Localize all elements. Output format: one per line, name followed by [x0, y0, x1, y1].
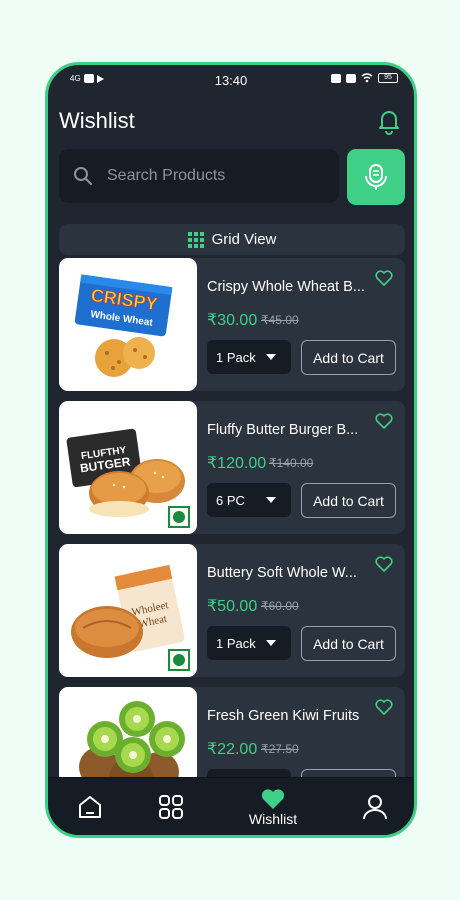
nav-wishlist[interactable]: Wishlist [238, 778, 308, 835]
list-item[interactable]: FLUFTHY BUTGER Fluffy Butter Burger B...… [59, 401, 405, 534]
nav-wishlist-label: Wishlist [248, 810, 298, 827]
vibrate-icon [331, 73, 341, 83]
product-name[interactable]: Crispy Whole Wheat B... [207, 279, 377, 295]
search-placeholder: Search Products [107, 167, 226, 184]
bell-icon[interactable] [376, 107, 402, 135]
nav-home[interactable] [74, 778, 106, 835]
variant-select[interactable]: 1 Pack [207, 340, 291, 374]
product-name[interactable]: Buttery Soft Whole W... [207, 565, 377, 581]
call-icon [346, 73, 356, 83]
chevron-down-icon [266, 497, 276, 503]
heart-icon [261, 788, 285, 809]
wishlist-heart-icon[interactable] [375, 270, 393, 286]
product-mrp: ₹45.00 [261, 313, 299, 327]
wifi-icon [361, 73, 373, 83]
grid-view-toggle[interactable]: Grid View [59, 224, 405, 255]
list-item[interactable]: Fresh Green Kiwi Fruits ₹22.00 ₹27.50 [59, 687, 405, 780]
phone-frame: 4G 13:40 95 Wishlist Search Products Gri… [45, 62, 417, 838]
product-mrp: ₹140.00 [269, 456, 314, 470]
product-price: ₹30.00 [207, 312, 258, 329]
grid-view-label: Grid View [211, 231, 277, 248]
nav-categories[interactable] [155, 778, 187, 835]
chevron-down-icon [266, 354, 276, 360]
home-icon [79, 796, 101, 818]
search-bar[interactable]: Search Products [59, 149, 339, 203]
product-price: ₹120.00 [207, 455, 267, 472]
wishlist-list[interactable]: CRISPY Whole Wheat Crispy Whole Wheat B.… [59, 258, 405, 780]
list-item[interactable]: CRISPY Whole Wheat Crispy Whole Wheat B.… [59, 258, 405, 391]
product-name[interactable]: Fresh Green Kiwi Fruits [207, 708, 377, 724]
product-mrp: ₹27.50 [261, 742, 299, 756]
add-to-cart-button[interactable]: Add to Cart [301, 626, 396, 661]
variant-value: 6 PC [216, 492, 245, 508]
categories-icon [159, 795, 183, 819]
profile-icon [363, 795, 387, 820]
wishlist-heart-icon[interactable] [375, 699, 393, 715]
status-right-icons: 95 [331, 73, 398, 83]
battery-icon: 95 [378, 73, 398, 83]
biscuit-pack-image: CRISPY Whole Wheat [74, 274, 173, 377]
voice-search-button[interactable] [347, 149, 405, 205]
grid-icon [187, 231, 204, 248]
microphone-icon [365, 164, 387, 190]
nav-profile[interactable] [359, 778, 391, 835]
variant-value: 1 Pack [216, 635, 256, 651]
product-price: ₹50.00 [207, 598, 258, 615]
veg-indicator-icon [168, 649, 190, 671]
product-mrp: ₹60.00 [261, 599, 299, 613]
search-icon [74, 167, 93, 186]
bottom-navigation: Wishlist [48, 777, 414, 835]
product-image[interactable]: CRISPY Whole Wheat [59, 258, 197, 391]
product-image[interactable]: Wholeet Wheat [59, 544, 197, 677]
list-item[interactable]: Wholeet Wheat Buttery Soft Whole W... ₹5… [59, 544, 405, 677]
product-image[interactable]: FLUFTHY BUTGER [59, 401, 197, 534]
product-image[interactable] [59, 687, 197, 780]
variant-value: 1 Pack [216, 349, 256, 365]
page-title: Wishlist [59, 108, 135, 133]
add-to-cart-button[interactable]: Add to Cart [301, 340, 396, 375]
product-name[interactable]: Fluffy Butter Burger B... [207, 422, 377, 438]
veg-indicator-icon [168, 506, 190, 528]
wishlist-heart-icon[interactable] [375, 413, 393, 429]
add-to-cart-button[interactable]: Add to Cart [301, 483, 396, 518]
status-bar: 4G 13:40 95 [48, 65, 414, 95]
variant-select[interactable]: 6 PC [207, 483, 291, 517]
product-price: ₹22.00 [207, 741, 258, 758]
kiwi-fruits-image [79, 701, 185, 780]
wishlist-heart-icon[interactable] [375, 556, 393, 572]
chevron-down-icon [266, 640, 276, 646]
variant-select[interactable]: 1 Pack [207, 626, 291, 660]
